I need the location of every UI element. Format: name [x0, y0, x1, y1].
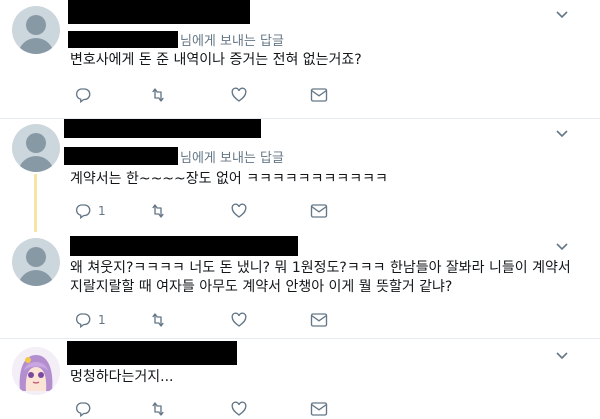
reply-to-label: 님에게 보내는 답글	[180, 151, 284, 166]
caret-down-icon[interactable]	[555, 351, 569, 361]
dm-icon	[310, 204, 328, 218]
reply-icon	[75, 204, 91, 220]
tweet-text: 변호사에게 돈 준 내역이나 증거는 전혀 없는거죠?	[70, 52, 362, 68]
like-icon	[231, 401, 247, 416]
retweet-button[interactable]	[148, 85, 168, 105]
retweet-button[interactable]	[148, 310, 168, 330]
tweet-1[interactable]: 님에게 보내는 답글 변호사에게 돈 준 내역이나 증거는 전혀 없는거죠?	[0, 0, 600, 118]
retweet-icon	[152, 204, 164, 218]
reply-button[interactable]	[74, 399, 98, 419]
tweet-actions	[70, 85, 370, 105]
tweet-actions: 1	[70, 201, 370, 221]
dm-button[interactable]	[310, 85, 328, 105]
reply-to-label: 님에게 보내는 답글	[180, 34, 284, 49]
dm-button[interactable]	[310, 201, 328, 221]
like-icon	[231, 87, 247, 102]
like-button[interactable]	[230, 201, 248, 221]
like-button[interactable]	[230, 310, 248, 330]
reply-icon	[75, 313, 91, 329]
reply-button[interactable]: 1	[74, 310, 106, 330]
caret-down-icon[interactable]	[555, 10, 569, 20]
dm-button[interactable]	[310, 310, 328, 330]
redacted-username	[68, 0, 250, 24]
redacted-reply-handle	[64, 147, 178, 165]
anime-avatar[interactable]	[12, 347, 60, 395]
avatar[interactable]	[12, 238, 60, 286]
reply-button[interactable]	[74, 85, 98, 105]
retweet-icon	[152, 88, 164, 102]
tweet-actions: 1	[70, 310, 370, 330]
avatar[interactable]	[12, 6, 60, 54]
reply-icon	[75, 402, 91, 418]
dm-icon	[310, 402, 328, 416]
caret-down-icon[interactable]	[555, 129, 569, 139]
avatar[interactable]	[12, 124, 60, 172]
tweet-2[interactable]: 님에게 보내는 답글 계약서는 한~~~~장도 없어 ㅋㅋㅋㅋㅋㅋㅋㅋㅋㅋㅋ 1	[0, 119, 600, 229]
dm-icon	[310, 88, 328, 102]
like-button[interactable]	[230, 85, 248, 105]
redacted-username	[64, 119, 261, 138]
retweet-button[interactable]	[148, 399, 168, 419]
anime-character-icon	[12, 347, 60, 395]
retweet-button[interactable]	[148, 201, 168, 221]
tweet-text: 왜 쳐웃지?ㅋㅋㅋㅋ 너도 돈 냈니? 뭐 1원정도?ㅋㅋㅋ 한남들아 잘봐라 …	[70, 260, 576, 295]
reply-count: 1	[98, 204, 106, 218]
tweet-text: 멍청하다는거지...	[70, 369, 174, 385]
tweet-3[interactable]: 왜 쳐웃지?ㅋㅋㅋㅋ 너도 돈 냈니? 뭐 1원정도?ㅋㅋㅋ 한남들아 잘봐라 …	[0, 230, 600, 338]
caret-down-icon[interactable]	[555, 242, 569, 252]
like-icon	[231, 312, 247, 327]
tweet-4[interactable]: 멍청하다는거지...	[0, 339, 600, 418]
redacted-reply-handle	[68, 31, 178, 48]
tweet-text: 계약서는 한~~~~장도 없어 ㅋㅋㅋㅋㅋㅋㅋㅋㅋㅋㅋ	[70, 171, 388, 187]
retweet-icon	[152, 313, 164, 327]
reply-icon	[75, 88, 91, 104]
like-icon	[231, 203, 247, 218]
reply-count: 1	[98, 313, 106, 327]
redacted-username	[70, 236, 298, 256]
like-button[interactable]	[230, 399, 248, 419]
retweet-icon	[152, 402, 164, 416]
reply-button[interactable]: 1	[74, 201, 106, 221]
tweet-actions	[70, 399, 370, 419]
dm-icon	[310, 313, 328, 327]
dm-button[interactable]	[310, 399, 328, 419]
redacted-username	[67, 341, 237, 365]
